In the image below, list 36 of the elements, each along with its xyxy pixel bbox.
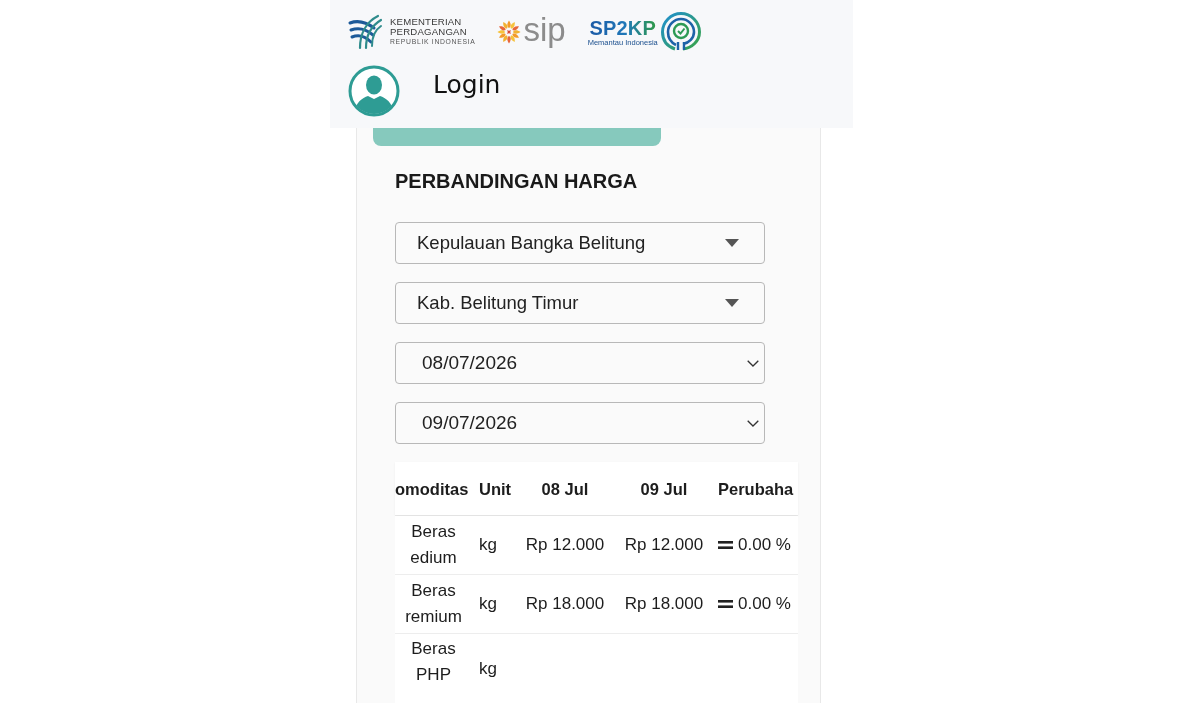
table-cell-text: Rp 12.000 [623,534,705,556]
logo-text: KEMENTERIAN [390,17,463,27]
table-cell-text: Beras remium [404,580,463,628]
table-cell-text: Rp 12.000 [524,534,606,556]
table-cell-text: Beras PHP [410,638,457,686]
logo-text: sip [523,14,566,46]
dropdown-field[interactable]: Kepulauan Bangka Belitung [395,222,765,264]
column-header: 08 Jul [540,478,590,500]
date-field[interactable]: 09/07/2026 [395,402,765,444]
table-cell-text: kg [478,593,498,615]
table-cell-text: kg [478,657,498,680]
table-cell-text: Beras edium [409,521,458,569]
table-cell-text: 0.00 % [738,593,791,615]
equal-icon [718,541,733,549]
column-header: Perubaha [717,478,795,500]
table-cell-text: kg [478,534,498,556]
caret-down-icon [725,239,739,247]
login-link[interactable]: Login [433,70,501,100]
chevron-down-icon [747,359,759,367]
section-title: PERBANDINGAN HARGA [395,169,639,193]
column-header: Unit [478,478,513,500]
column-header: omoditas [395,478,470,500]
sunburst-icon [495,19,522,45]
caret-down-icon [725,299,739,307]
emblem-icon [348,14,382,50]
chevron-down-icon [747,419,759,427]
dropdown-field[interactable]: Kab. Belitung Timur [395,282,765,324]
equal-icon [718,600,733,608]
table-cell-text: 0.00 % [738,534,791,556]
date-field[interactable]: 08/07/2026 [395,342,765,384]
table-cell-text: Rp 18.000 [623,593,705,615]
user-avatar-icon [348,65,400,117]
table-cell-text: Rp 18.000 [524,593,606,615]
rings-check-icon [660,12,701,52]
logo-text: PERDAGANGAN [390,27,468,37]
column-header: 09 Jul [639,478,689,500]
